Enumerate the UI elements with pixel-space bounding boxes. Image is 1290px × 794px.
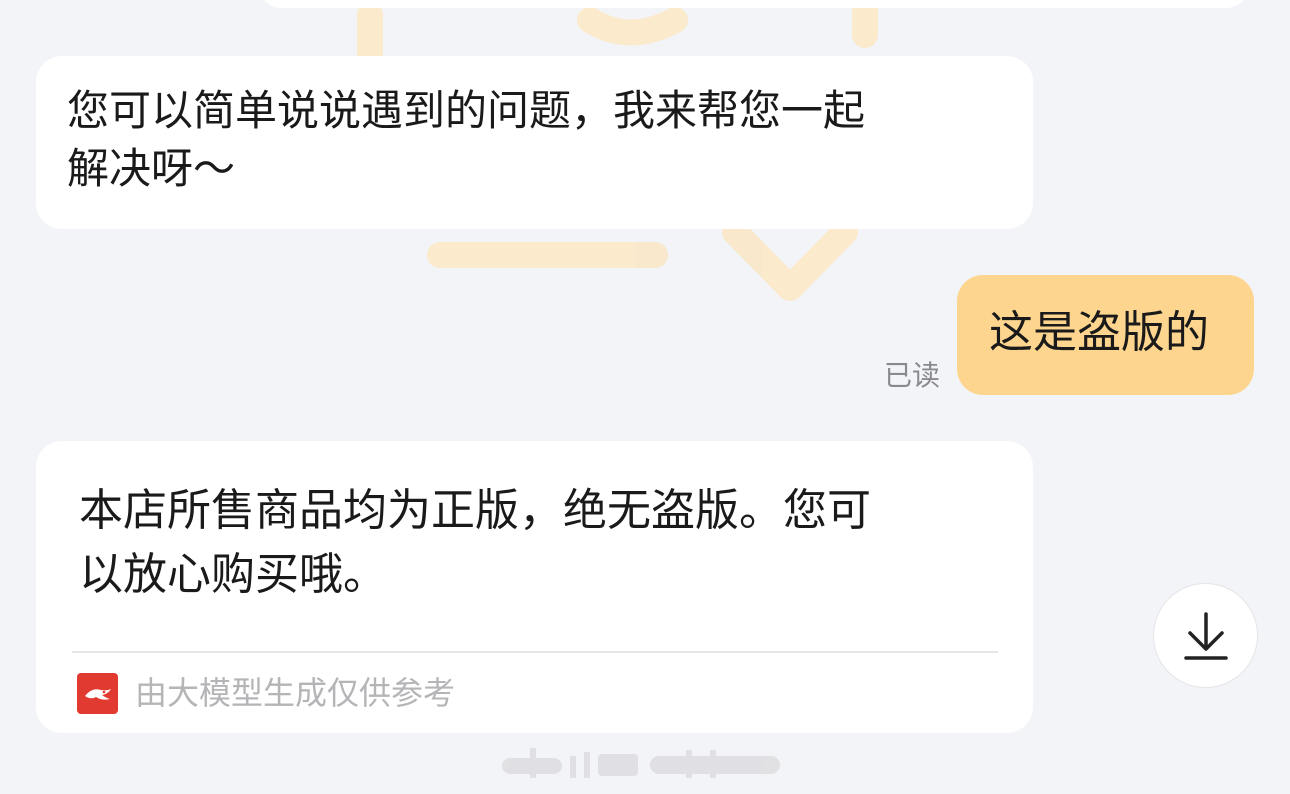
message-text-line: 您可以简单说说遇到的问题，我来帮您一起 [67, 86, 866, 135]
divider [72, 651, 998, 653]
read-status: 已读 [884, 359, 941, 392]
outgoing-message-bubble: 这是盗版的 [957, 275, 1254, 395]
arrow-down-to-line-icon [1183, 611, 1228, 660]
ai-disclaimer: 由大模型生成仅供参考 [77, 672, 455, 714]
message-text-line: 解决呀～ [67, 144, 236, 193]
message-text-line: 本店所售商品均为正版，绝无盗版。您可 [79, 485, 871, 536]
bird-logo-icon [77, 672, 118, 714]
message-text: 这是盗版的 [989, 307, 1209, 358]
bottom-faded-strip [502, 748, 780, 778]
message-text-line: 以放心购买哦。 [79, 549, 387, 600]
scroll-to-bottom-button[interactable] [1153, 583, 1258, 688]
previous-message-bubble [258, 0, 1250, 8]
incoming-message-bubble-ai: 本店所售商品均为正版，绝无盗版。您可 以放心购买哦。 由大模型生成仅供参考 [36, 441, 1033, 733]
ai-disclaimer-text: 由大模型生成仅供参考 [135, 674, 456, 712]
incoming-message-bubble: 您可以简单说说遇到的问题，我来帮您一起 解决呀～ [36, 56, 1033, 229]
